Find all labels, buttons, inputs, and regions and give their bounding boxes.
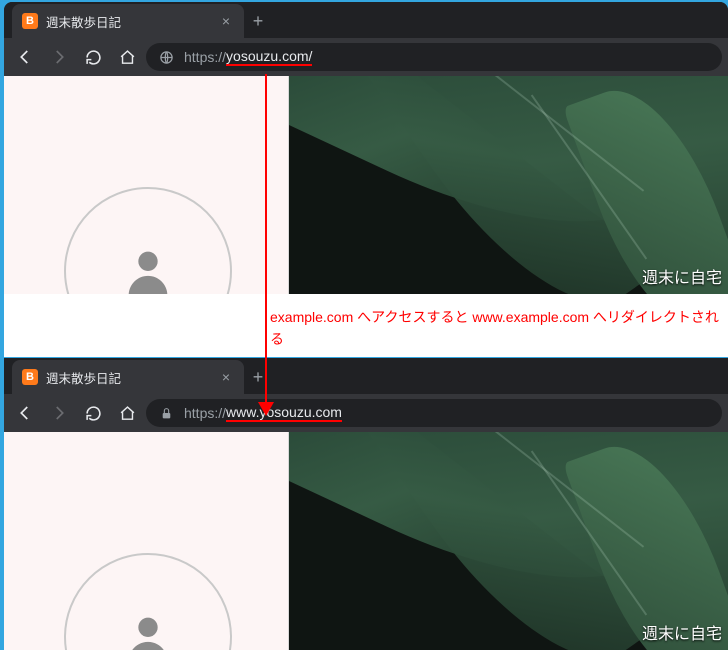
person-icon — [119, 242, 177, 294]
hero-image: 週末に自宅 — [289, 432, 728, 650]
redirect-arrow-line — [265, 74, 267, 409]
address-bar[interactable]: https://yosouzu.com/ — [146, 43, 722, 71]
url-scheme: https:// — [184, 49, 226, 65]
page-viewport: 週末に自宅 — [4, 76, 728, 294]
hero-image: 週末に自宅 — [289, 76, 728, 294]
site-info-icon[interactable] — [158, 49, 174, 65]
tab-close-icon[interactable]: × — [218, 13, 234, 29]
annotation-text: example.com へアクセスすると www.example.com へリダ… — [270, 307, 720, 350]
browser-window-after: B 週末散歩日記 × + https://www.yosouzu.com — [4, 358, 728, 650]
profile-avatar — [64, 187, 232, 294]
new-tab-button[interactable]: + — [244, 360, 272, 394]
tab-close-icon[interactable]: × — [218, 369, 234, 385]
forward-button[interactable] — [44, 398, 74, 428]
url-host: www.yosouzu.com — [226, 404, 342, 422]
tab-title: 週末散歩日記 — [46, 368, 218, 387]
home-button[interactable] — [112, 42, 142, 72]
blog-sidebar — [4, 76, 289, 294]
browser-tab[interactable]: B 週末散歩日記 × — [12, 360, 244, 394]
blog-sidebar — [4, 432, 289, 650]
new-tab-button[interactable]: + — [244, 4, 272, 38]
redirect-arrow-head-icon — [258, 402, 274, 416]
tab-title: 週末散歩日記 — [46, 12, 218, 31]
profile-avatar — [64, 553, 232, 650]
home-button[interactable] — [112, 398, 142, 428]
tab-strip: B 週末散歩日記 × + — [4, 2, 728, 38]
browser-window-before: B 週末散歩日記 × + https://yosouzu.com/ — [4, 2, 728, 294]
hero-caption: 週末に自宅 — [642, 264, 722, 288]
browser-toolbar: https://www.yosouzu.com — [4, 394, 728, 432]
url-scheme: https:// — [184, 405, 226, 421]
back-button[interactable] — [10, 42, 40, 72]
reload-button[interactable] — [78, 42, 108, 72]
url-host: yosouzu.com/ — [226, 48, 312, 66]
lock-icon[interactable] — [158, 405, 174, 421]
blogger-favicon-icon: B — [22, 369, 38, 385]
browser-toolbar: https://yosouzu.com/ — [4, 38, 728, 76]
address-bar[interactable]: https://www.yosouzu.com — [146, 399, 722, 427]
forward-button[interactable] — [44, 42, 74, 72]
tab-strip: B 週末散歩日記 × + — [4, 358, 728, 394]
person-icon — [119, 608, 177, 650]
reload-button[interactable] — [78, 398, 108, 428]
browser-tab[interactable]: B 週末散歩日記 × — [12, 4, 244, 38]
hero-caption: 週末に自宅 — [642, 620, 722, 644]
page-viewport: 週末に自宅 — [4, 432, 728, 650]
blogger-favicon-icon: B — [22, 13, 38, 29]
back-button[interactable] — [10, 398, 40, 428]
